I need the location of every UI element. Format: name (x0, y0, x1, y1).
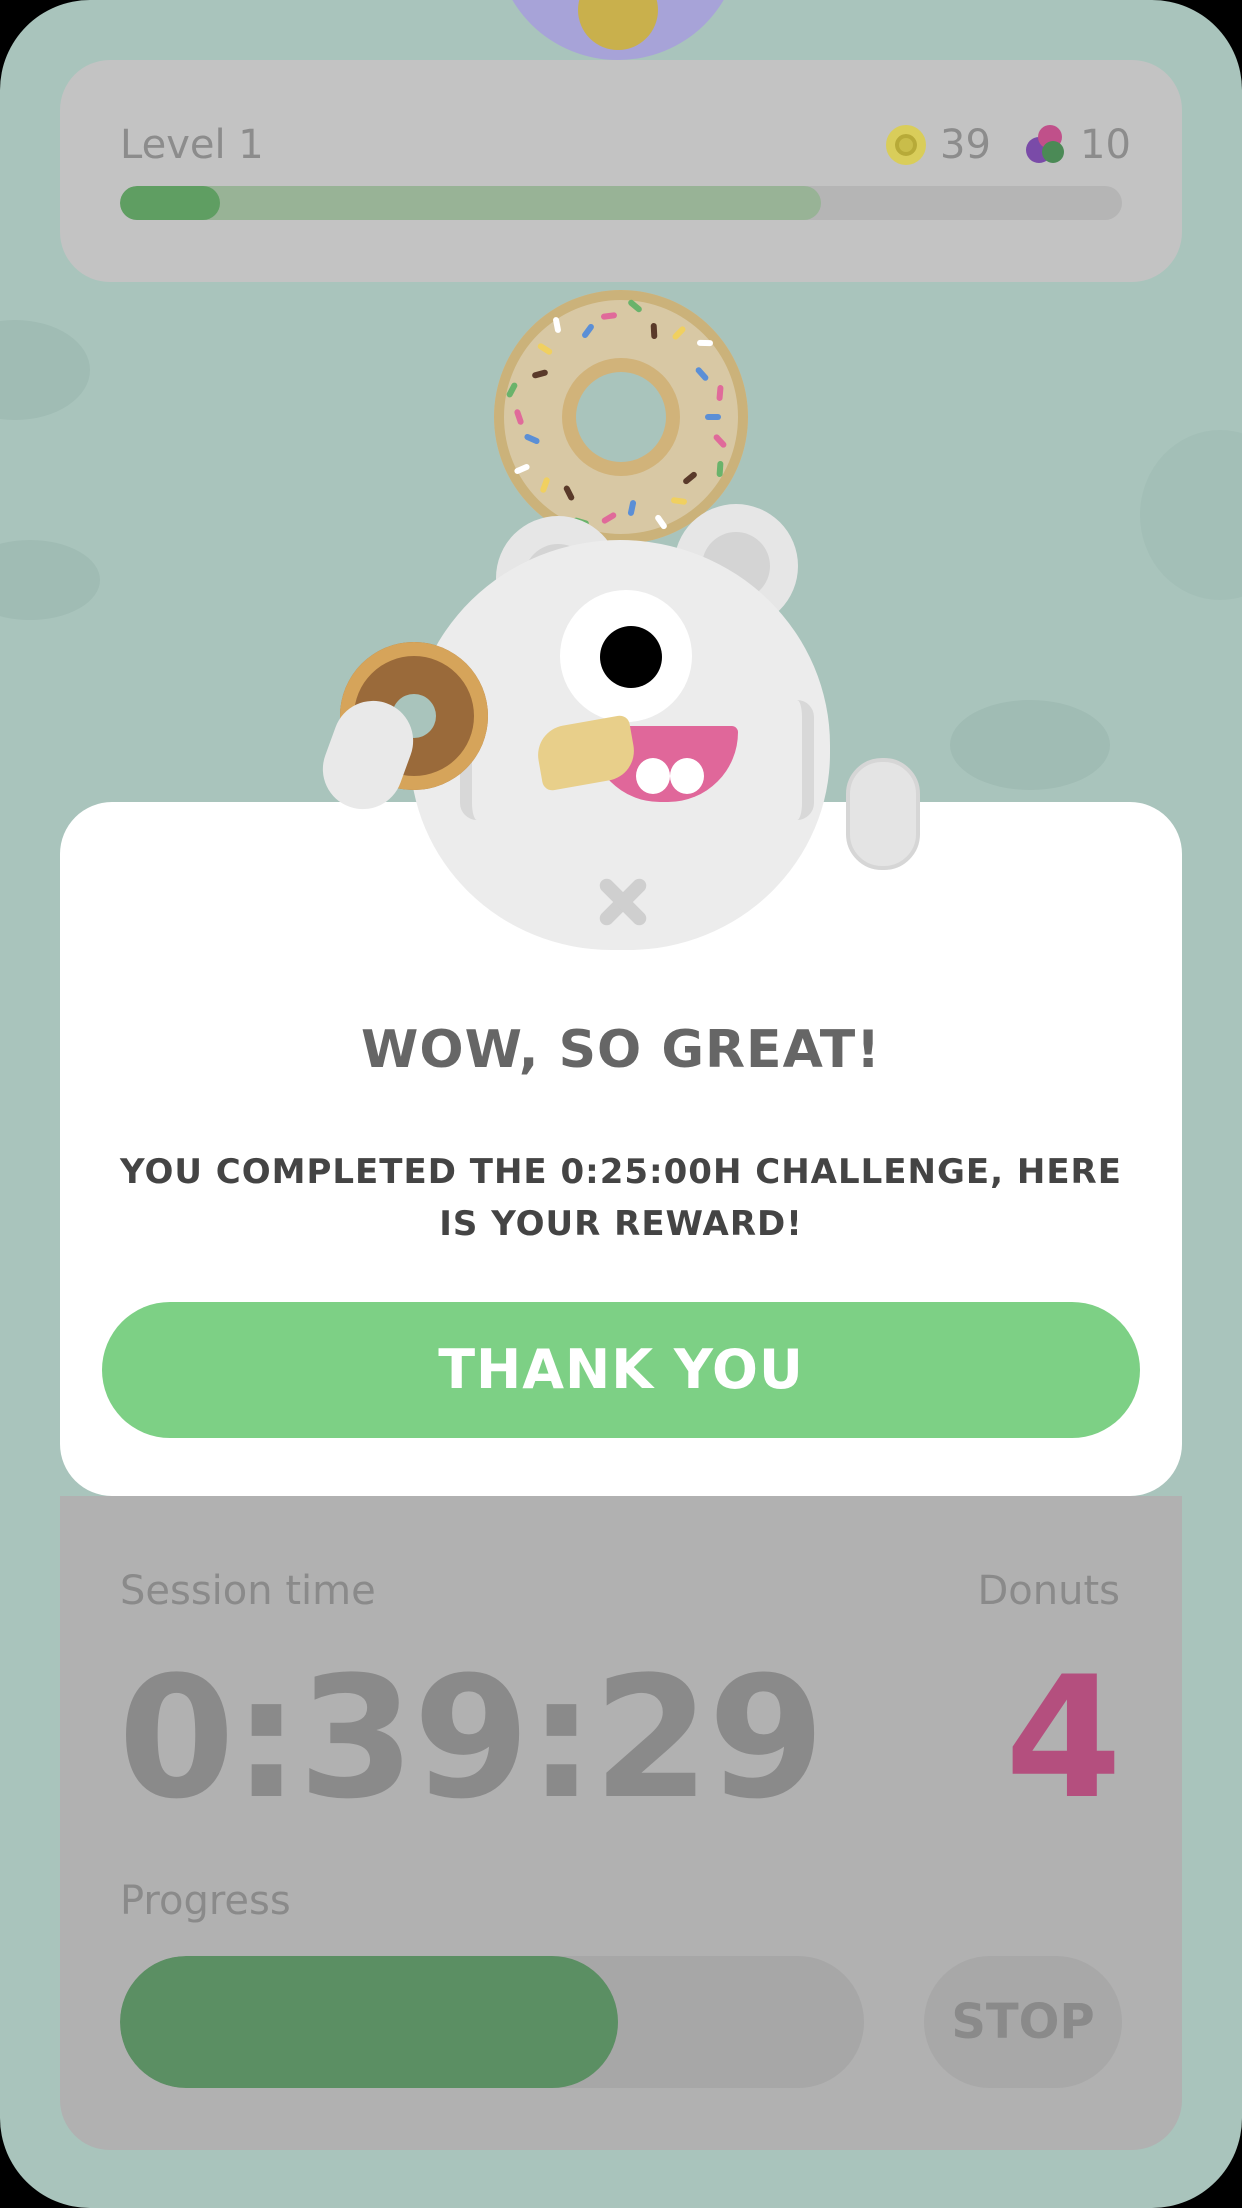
thank-you-button[interactable]: THANK YOU (102, 1302, 1140, 1438)
gem-count: 10 (1080, 122, 1131, 168)
sprinkle (523, 433, 541, 446)
sprinkle (562, 484, 576, 502)
sprinkle (600, 311, 618, 320)
sprinkle (513, 463, 531, 475)
mascot-illustration (311, 500, 920, 960)
mascot-body-line (780, 700, 814, 820)
sprinkle (581, 322, 596, 340)
app-screen: Level 1 39 10 Session time Donuts 0:39:2… (0, 0, 1242, 2208)
sprinkle (716, 460, 724, 478)
session-progress-fill (120, 1956, 619, 2088)
sprinkle (539, 476, 551, 494)
level-progress-bar (120, 186, 1122, 220)
progress-label: Progress (120, 1878, 291, 1924)
level-label: Level 1 (120, 122, 264, 168)
mascot-eye (560, 590, 692, 722)
gem-counter: 10 (1026, 122, 1131, 168)
bg-donut-decoration (1140, 430, 1242, 600)
bg-donut-decoration (950, 700, 1110, 790)
session-time-label: Session time (120, 1568, 376, 1614)
sprinkle (705, 414, 721, 420)
bg-donut-decoration (0, 320, 90, 420)
level-card: Level 1 39 10 (60, 60, 1182, 282)
sprinkle (531, 369, 549, 380)
sprinkle (650, 322, 658, 340)
level-progress-fill (120, 186, 221, 220)
modal-message: YOU COMPLETED THE 0:25:00H CHALLENGE, HE… (120, 1152, 1122, 1244)
donuts-count: 4 (1005, 1640, 1122, 1836)
sprinkle (513, 408, 525, 426)
donuts-label: Donuts (977, 1568, 1121, 1614)
gem-icon (1026, 125, 1066, 165)
sprinkle (505, 381, 519, 399)
sprinkle (696, 339, 713, 346)
mascot-arm (846, 758, 920, 870)
sprinkle (552, 316, 562, 334)
sprinkle (671, 325, 687, 341)
bg-donut-decoration (0, 540, 100, 620)
mascot-tooth (636, 758, 670, 794)
session-progress-bar (120, 1956, 864, 2088)
coin-count: 39 (940, 122, 991, 168)
sprinkle (694, 366, 711, 383)
session-time-value: 0:39:29 (118, 1640, 825, 1836)
mascot-belly-mark (592, 872, 652, 932)
sprinkle (712, 433, 728, 450)
stop-button[interactable]: STOP (924, 1956, 1122, 2088)
coin-icon (886, 125, 926, 165)
daily-progress-fill (120, 186, 822, 220)
mascot-tooth (670, 758, 704, 794)
sprinkle (536, 342, 554, 357)
modal-title: WOW, SO GREAT! (361, 1020, 881, 1080)
sprinkle (716, 384, 724, 401)
sprinkle (681, 470, 698, 486)
donut-icon (496, 0, 740, 60)
coin-counter: 39 (886, 122, 991, 168)
sprinkle (626, 298, 643, 314)
